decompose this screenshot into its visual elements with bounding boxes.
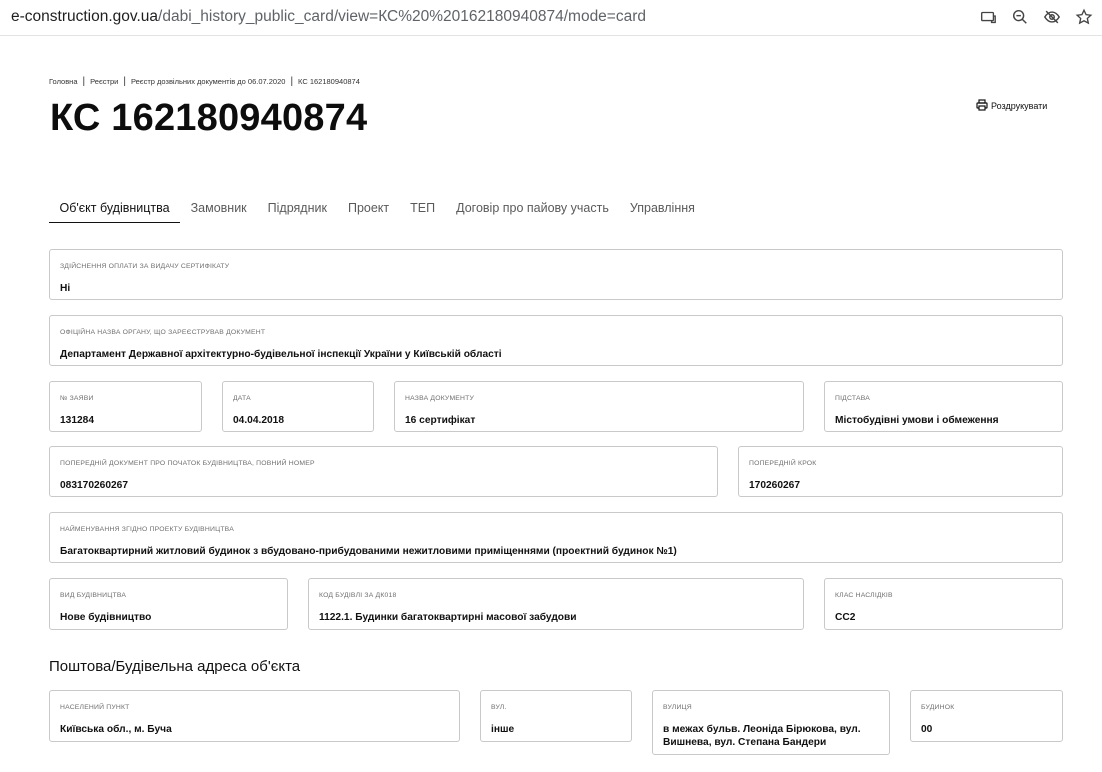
field-label: Підстава — [835, 395, 870, 402]
field-value: Департамент Державної архітектурно-будів… — [60, 349, 502, 360]
building-code-field: Код будівлі за ДК018 1122.1. Будинки баг… — [308, 578, 804, 630]
breadcrumb-registers[interactable]: Реєстри — [90, 77, 118, 86]
field-label: № заяви — [60, 395, 94, 402]
basis-field: Підстава Містобудівні умови і обмеження — [824, 381, 1063, 432]
field-value: 00 — [921, 724, 933, 735]
locality-field: Населений пункт Київська обл., м. Буча — [49, 690, 460, 742]
tab-object[interactable]: Об'єкт будівництва — [49, 196, 181, 223]
eye-off-icon[interactable] — [1042, 7, 1062, 27]
tab-contractor[interactable]: Підрядник — [257, 196, 337, 223]
field-value: в межах бульв. Леоніда Бірюкова, вул. Ви… — [663, 724, 861, 748]
field-label: Попередній крок — [749, 460, 817, 467]
field-label: Будинок — [921, 704, 955, 711]
breadcrumb: Головна | Реєстри | Реєстр дозвільних до… — [49, 76, 360, 87]
url-host: e-construction.gov.ua — [11, 8, 159, 25]
field-value: 131284 — [60, 415, 94, 426]
breadcrumb-home[interactable]: Головна — [49, 77, 78, 86]
zoom-icon[interactable] — [1010, 7, 1030, 27]
breadcrumb-separator: | — [290, 76, 294, 87]
authority-field: Офіційна назва органу, що зареєстрував д… — [49, 315, 1063, 366]
field-value: СС2 — [835, 612, 856, 623]
breadcrumb-separator: | — [123, 76, 126, 87]
field-value: Київська обл., м. Буча — [60, 724, 172, 735]
tab-contribution-agreement[interactable]: Договір про пайову участь — [446, 196, 620, 223]
field-label: Офіційна назва органу, що зареєстрував д… — [60, 329, 266, 336]
url-text[interactable]: e-construction.gov.ua/dabi_history_publi… — [11, 8, 646, 26]
date-field: Дата 04.04.2018 — [222, 381, 374, 432]
field-value: Ні — [60, 283, 71, 294]
consequence-class-field: Клас наслідків СС2 — [824, 578, 1063, 630]
star-icon[interactable] — [1074, 7, 1094, 27]
field-value: Багатоквартирний житловий будинок з вбуд… — [60, 546, 677, 557]
print-label: Роздрукувати — [991, 101, 1048, 111]
project-name-field: Найменування згідно проекту будівництва … — [49, 512, 1063, 563]
field-value: Містобудівні умови і обмеження — [835, 415, 999, 426]
field-label: Код будівлі за ДК018 — [319, 592, 397, 599]
print-button[interactable]: Роздрукувати — [976, 99, 1047, 113]
previous-step-field: Попередній крок 170260267 — [738, 446, 1063, 497]
field-label: Найменування згідно проекту будівництва — [60, 526, 234, 533]
field-label: Попередній документ про початок будівниц… — [60, 460, 315, 467]
field-value: 083170260267 — [60, 480, 128, 491]
cast-icon[interactable] — [978, 7, 998, 27]
previous-document-field: Попередній документ про початок будівниц… — [49, 446, 718, 497]
address-bar-actions — [978, 7, 1094, 27]
payment-field: Здійснення оплати за видачу сертифікату … — [49, 249, 1063, 300]
construction-type-field: Вид будівництва Нове будівництво — [49, 578, 288, 630]
printer-icon — [976, 99, 988, 113]
field-label: Вул. — [491, 704, 507, 711]
breadcrumb-registry[interactable]: Реєстр дозвільних документів до 06.07.20… — [131, 77, 286, 86]
field-label: Вид будівництва — [60, 592, 127, 599]
tab-customer[interactable]: Замовник — [180, 196, 257, 223]
field-value: 1122.1. Будинки багатоквартирні масової … — [319, 612, 577, 623]
breadcrumb-current: КС 162180940874 — [298, 77, 360, 86]
page-title: КС 162180940874 — [50, 97, 368, 139]
field-label: Клас наслідків — [835, 592, 893, 599]
tab-management[interactable]: Управління — [619, 196, 705, 223]
field-value: Нове будівництво — [60, 612, 152, 623]
address-section-title: Поштова/Будівельна адреса об'єкта — [49, 658, 301, 675]
field-value: 170260267 — [749, 480, 800, 491]
house-field: Будинок 00 — [910, 690, 1063, 742]
application-number-field: № заяви 131284 — [49, 381, 202, 432]
tab-bar: Об'єкт будівництва Замовник Підрядник Пр… — [49, 196, 705, 224]
tab-project[interactable]: Проект — [337, 196, 399, 223]
browser-address-bar[interactable]: e-construction.gov.ua/dabi_history_publi… — [0, 0, 1102, 36]
field-label: Назва документу — [405, 395, 475, 402]
breadcrumb-separator: | — [82, 76, 86, 87]
url-path: /dabi_history_public_card/view=КС%20%201… — [158, 8, 647, 25]
tab-tep[interactable]: ТЕП — [400, 196, 446, 223]
street-type-field: Вул. інше — [480, 690, 632, 742]
field-label: Вулиця — [663, 704, 692, 711]
field-label: Дата — [233, 395, 251, 402]
street-field: Вулиця в межах бульв. Леоніда Бірюкова, … — [652, 690, 890, 755]
document-name-field: Назва документу 16 сертифікат — [394, 381, 804, 432]
field-value: 04.04.2018 — [233, 415, 284, 426]
field-value: інше — [491, 724, 515, 735]
field-value: 16 сертифікат — [405, 415, 476, 426]
field-label: Здійснення оплати за видачу сертифікату — [60, 263, 230, 270]
field-label: Населений пункт — [60, 704, 130, 711]
